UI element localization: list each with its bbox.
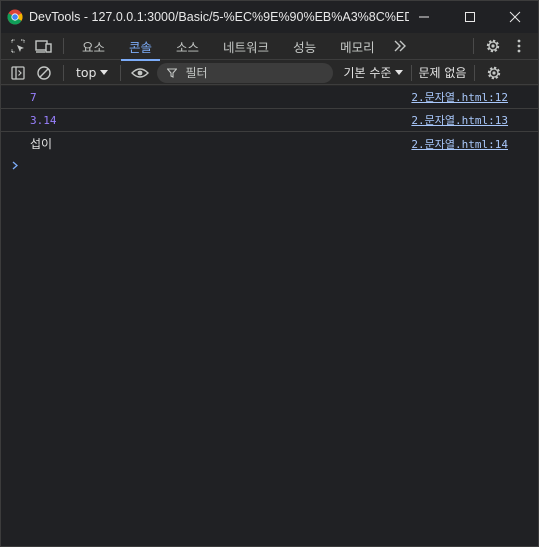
tab-label: 메모리: [340, 39, 375, 55]
filter-input[interactable]: 필터: [157, 62, 334, 83]
console-prompt[interactable]: [1, 155, 538, 175]
inspect-element-icon: [11, 39, 25, 53]
toolbar-divider: [120, 64, 122, 81]
close-button[interactable]: [492, 1, 538, 33]
window-title: DevTools - 127.0.0.1:3000/Basic/5-%EC%9E…: [29, 10, 409, 24]
message-value: 3.14: [30, 113, 57, 127]
inspect-element-button[interactable]: [5, 33, 31, 59]
toolbar-divider: [474, 64, 476, 81]
close-icon: [509, 11, 521, 23]
toolbar-divider: [411, 64, 413, 81]
console-toolbar: top 필터 기본 수준 문제 없음: [1, 61, 538, 85]
caret-down-icon: [395, 69, 404, 75]
tab-elements[interactable]: 요소: [70, 33, 117, 60]
source-link[interactable]: 2.문자열.html:12: [411, 89, 508, 105]
clear-icon: [37, 65, 51, 80]
levels-label: 기본 수준: [343, 66, 392, 80]
message-value: 섭이: [30, 137, 53, 151]
live-expression-button[interactable]: [127, 60, 153, 86]
tab-console[interactable]: 콘솔: [117, 33, 164, 61]
devtools-window: DevTools - 127.0.0.1:3000/Basic/5-%EC%9E…: [0, 0, 539, 547]
source-link[interactable]: 2.문자열.html:13: [411, 112, 508, 128]
more-tabs-button[interactable]: [387, 33, 413, 59]
double-chevron-right-icon: [394, 40, 406, 52]
title-bar: DevTools - 127.0.0.1:3000/Basic/5-%EC%9E…: [1, 1, 538, 33]
prompt-chevron-icon: [12, 161, 18, 169]
minimize-button[interactable]: [401, 1, 447, 33]
source-link[interactable]: 2.문자열.html:14: [411, 136, 508, 152]
tab-label: 요소: [82, 39, 106, 55]
maximize-icon: [465, 12, 475, 22]
filter-icon: [167, 67, 178, 78]
console-output: 7 2.문자열.html:12 3.14 2.문자열.html:13 섭이 2.…: [1, 86, 538, 546]
device-toggle-icon: [35, 40, 52, 53]
devtools-tab-bar: 요소 콘솔 소스 네트워크 성능 메모리: [1, 33, 538, 61]
tab-sources[interactable]: 소스: [164, 33, 211, 60]
caret-down-icon: [100, 69, 109, 75]
sidebar-toggle-button[interactable]: [5, 60, 31, 86]
console-message: 3.14 2.문자열.html:13: [1, 109, 538, 132]
device-toolbar-button[interactable]: [31, 33, 57, 59]
toolbar-divider: [472, 38, 474, 54]
tab-label: 성능: [293, 39, 317, 55]
toolbar-divider: [63, 64, 64, 81]
minimize-icon: [419, 16, 429, 18]
gear-icon: [488, 66, 501, 79]
console-settings-button[interactable]: [481, 60, 507, 86]
tab-memory[interactable]: 메모리: [328, 33, 387, 60]
context-label: top: [76, 65, 97, 80]
chrome-logo-icon: [7, 9, 23, 25]
maximize-button[interactable]: [447, 1, 493, 33]
issues-counter[interactable]: 문제 없음: [418, 64, 466, 81]
console-message: 섭이 2.문자열.html:14: [1, 132, 538, 155]
tab-network[interactable]: 네트워크: [211, 33, 281, 60]
clear-console-button[interactable]: [31, 60, 57, 86]
message-value: 7: [30, 90, 37, 104]
toolbar-divider: [63, 38, 64, 54]
tab-label: 소스: [176, 39, 200, 55]
tab-label: 네트워크: [223, 39, 270, 55]
gear-icon: [486, 39, 499, 53]
customize-menu-button[interactable]: [506, 33, 532, 59]
tab-label: 콘솔: [129, 39, 153, 55]
context-selector[interactable]: top: [70, 65, 114, 80]
eye-icon: [131, 67, 150, 78]
settings-button[interactable]: [480, 33, 506, 59]
console-message: 7 2.문자열.html:12: [1, 86, 538, 109]
filter-placeholder: 필터: [185, 66, 208, 80]
tab-performance[interactable]: 성능: [281, 33, 328, 60]
sidebar-icon: [11, 65, 25, 80]
log-levels-dropdown[interactable]: 기본 수준: [343, 64, 404, 81]
more-vertical-icon: [517, 39, 520, 53]
